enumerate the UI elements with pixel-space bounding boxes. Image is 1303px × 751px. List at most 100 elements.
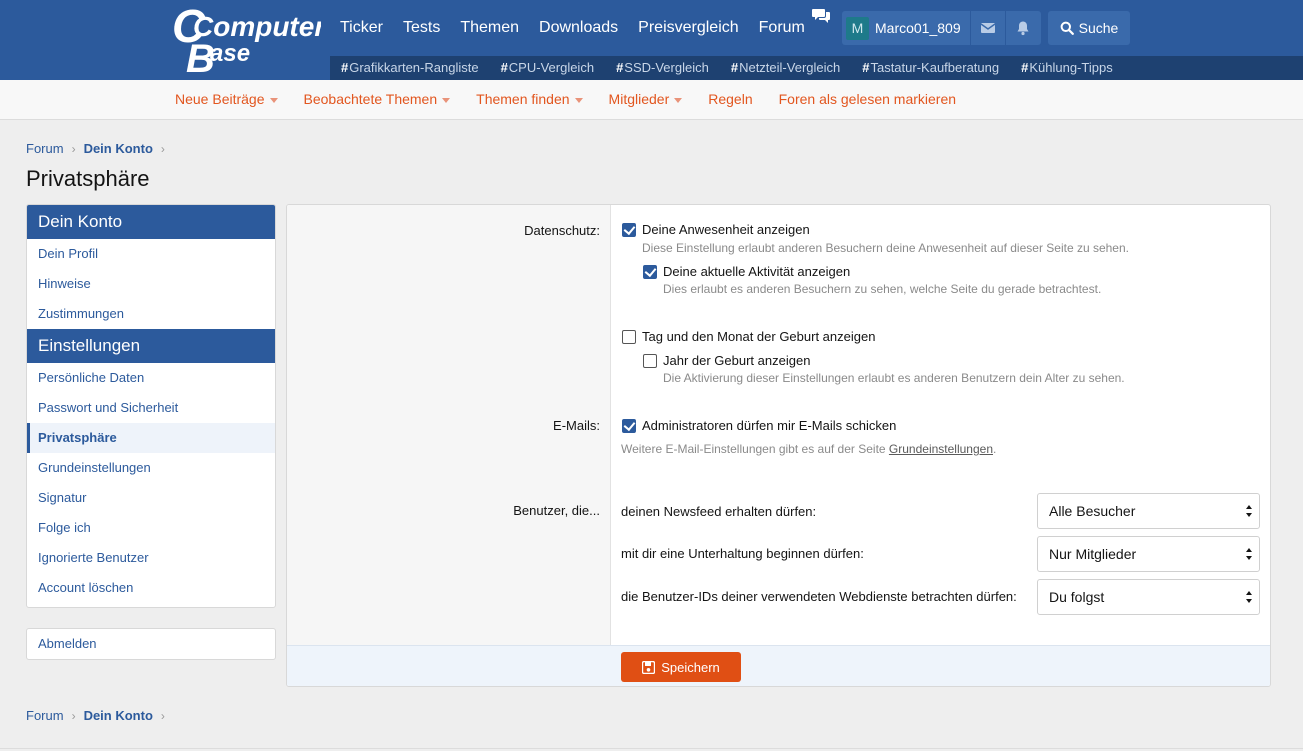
subnav-new-posts[interactable]: Neue Beiträge (175, 91, 278, 107)
sidebar-item-alerts[interactable]: Hinweise (27, 269, 275, 299)
form-footer: Speichern (287, 645, 1270, 686)
bell-icon[interactable] (1015, 20, 1031, 36)
show-presence-hint: Diese Einstellung erlaubt anderen Besuch… (642, 241, 1129, 255)
sidebar-heading-account: Dein Konto (27, 205, 275, 239)
breadcrumb-forum[interactable]: Forum (26, 708, 64, 723)
privacy-row-label: Datenschutz: (524, 223, 600, 238)
nav-forum[interactable]: Forum (758, 9, 830, 40)
nav-themen[interactable]: Themen (460, 16, 519, 40)
breadcrumb-account[interactable]: Dein Konto (84, 708, 153, 723)
subnav-rules[interactable]: Regeln (708, 91, 752, 107)
show-birthday-checkbox[interactable] (622, 330, 636, 344)
svg-text:ase: ase (210, 40, 250, 67)
caret-down-icon (674, 97, 683, 103)
site-header: C Computer B ase Ticker Tests Themen Dow… (0, 0, 1303, 80)
show-presence-checkbox[interactable] (622, 223, 636, 237)
nav-preisvergleich[interactable]: Preisvergleich (638, 16, 738, 40)
conversation-permission-label: mit dir eine Unterhaltung beginnen dürfe… (621, 546, 864, 561)
envelope-icon[interactable] (980, 20, 996, 36)
show-activity-checkbox[interactable] (643, 265, 657, 279)
computerbase-logo[interactable]: C Computer B ase (166, 4, 321, 76)
tag-links: #Grafikkarten-Rangliste #CPU-Vergleich #… (341, 60, 1135, 75)
search-label: Suche (1078, 20, 1119, 36)
conversation-permission-value: Nur Mitglieder (1049, 546, 1137, 562)
subnav-find-threads[interactable]: Themen finden (476, 91, 583, 107)
nav-ticker[interactable]: Ticker (340, 16, 383, 40)
main-nav: Ticker Tests Themen Downloads Preisvergl… (340, 9, 830, 40)
show-presence-label[interactable]: Deine Anwesenheit anzeigen (642, 222, 810, 237)
email-row-label: E-Mails: (553, 418, 600, 433)
chat-bubbles-icon (811, 9, 830, 23)
chevron-right-icon: › (160, 708, 165, 723)
nav-forum-label: Forum (758, 19, 805, 36)
search-button[interactable]: Suche (1048, 11, 1130, 45)
sidebar-item-privacy[interactable]: Privatsphäre (27, 423, 275, 453)
search-icon (1060, 21, 1074, 35)
breadcrumb: Forum › Dein Konto › (26, 141, 173, 156)
footer-divider (0, 748, 1303, 749)
identities-permission-select[interactable]: Du folgst (1037, 579, 1260, 615)
identities-permission-label: die Benutzer-IDs deiner verwendeten Webd… (621, 589, 1017, 604)
breadcrumb-forum[interactable]: Forum (26, 141, 64, 156)
chevron-right-icon: › (71, 708, 76, 723)
show-birth-year-label[interactable]: Jahr der Geburt anzeigen (663, 353, 810, 368)
preferences-link[interactable]: Grundeinstellungen (889, 442, 993, 456)
select-arrows-icon (1246, 505, 1252, 517)
sidebar-item-preferences[interactable]: Grundeinstellungen (27, 453, 275, 483)
tag-link[interactable]: #CPU-Vergleich (501, 60, 595, 75)
show-birth-year-checkbox[interactable] (643, 354, 657, 368)
nav-tests[interactable]: Tests (403, 16, 440, 40)
tag-link[interactable]: #Tastatur-Kaufberatung (862, 60, 999, 75)
sidebar-item-signature[interactable]: Signatur (27, 483, 275, 513)
admin-email-checkbox[interactable] (622, 419, 636, 433)
nav-downloads[interactable]: Downloads (539, 16, 618, 40)
sidebar-item-delete-account[interactable]: Account löschen (27, 573, 275, 603)
divider (970, 11, 971, 45)
show-activity-label[interactable]: Deine aktuelle Aktivität anzeigen (663, 264, 850, 279)
divider (1005, 11, 1006, 45)
chevron-right-icon: › (160, 141, 165, 156)
sidebar-item-personal-details[interactable]: Persönliche Daten (27, 363, 275, 393)
tag-link[interactable]: #SSD-Vergleich (616, 60, 709, 75)
privacy-form: Datenschutz: Deine Anwesenheit anzeigen … (286, 204, 1271, 687)
show-birth-year-hint: Die Aktivierung dieser Einstellungen erl… (663, 371, 1125, 385)
admin-email-label[interactable]: Administratoren dürfen mir E-Mails schic… (642, 418, 896, 433)
subnav-mark-read[interactable]: Foren als gelesen markieren (779, 91, 956, 107)
caret-down-icon (574, 97, 583, 103)
floppy-disk-icon (642, 660, 656, 674)
breadcrumb-account[interactable]: Dein Konto (84, 141, 153, 156)
newsfeed-permission-label: deinen Newsfeed erhalten dürfen: (621, 504, 817, 519)
identities-permission-value: Du folgst (1049, 589, 1105, 605)
account-sidebar: Dein Konto Dein Profil Hinweise Zustimmu… (26, 204, 276, 608)
username[interactable]: Marco01_809 (875, 20, 961, 36)
sidebar-item-following[interactable]: Folge ich (27, 513, 275, 543)
breadcrumb-bottom: Forum › Dein Konto › (26, 708, 173, 723)
sidebar-item-consents[interactable]: Zustimmungen (27, 299, 275, 329)
logout-link[interactable]: Abmelden (26, 628, 276, 660)
sidebar-heading-settings: Einstellungen (27, 329, 275, 363)
avatar[interactable]: M (846, 16, 869, 40)
newsfeed-permission-value: Alle Besucher (1049, 503, 1136, 519)
show-activity-hint: Dies erlaubt es anderen Besuchern zu seh… (663, 282, 1102, 296)
sidebar-item-ignored-users[interactable]: Ignorierte Benutzer (27, 543, 275, 573)
subnav-watched-threads[interactable]: Beobachtete Themen (304, 91, 451, 107)
user-menu[interactable]: M Marco01_809 (842, 11, 1041, 45)
tag-link[interactable]: #Kühlung-Tipps (1021, 60, 1113, 75)
chevron-right-icon: › (71, 141, 76, 156)
show-birthday-label[interactable]: Tag und den Monat der Geburt anzeigen (642, 329, 875, 344)
tag-link[interactable]: #Grafikkarten-Rangliste (341, 60, 479, 75)
sidebar-item-password-security[interactable]: Passwort und Sicherheit (27, 393, 275, 423)
users-row-label: Benutzer, die... (513, 503, 600, 518)
tag-link[interactable]: #Netzteil-Vergleich (731, 60, 840, 75)
sidebar-item-profile[interactable]: Dein Profil (27, 239, 275, 269)
admin-email-hint: Weitere E-Mail-Einstellungen gibt es auf… (621, 442, 997, 456)
forum-subnav: Neue Beiträge Beobachtete Themen Themen … (0, 80, 1303, 120)
conversation-permission-select[interactable]: Nur Mitglieder (1037, 536, 1260, 572)
newsfeed-permission-select[interactable]: Alle Besucher (1037, 493, 1260, 529)
save-label: Speichern (661, 659, 720, 675)
page-title: Privatsphäre (26, 166, 150, 191)
save-button[interactable]: Speichern (621, 652, 741, 682)
subnav-members[interactable]: Mitglieder (609, 91, 683, 107)
select-arrows-icon (1246, 548, 1252, 560)
select-arrows-icon (1246, 591, 1252, 603)
